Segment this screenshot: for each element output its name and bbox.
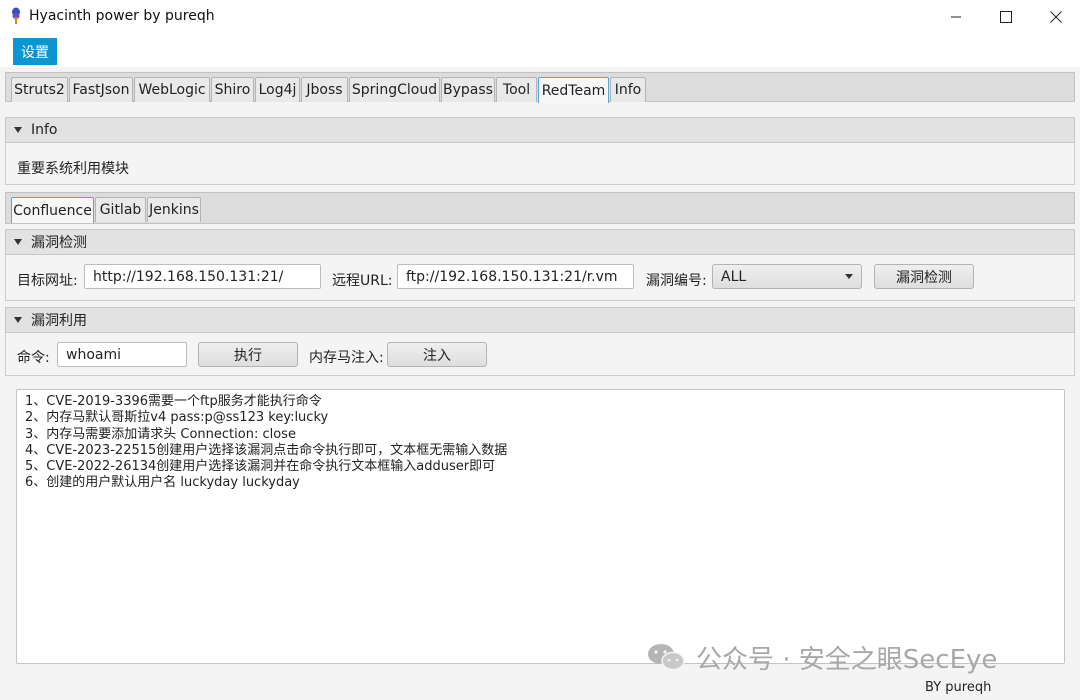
tab-shiro[interactable]: Shiro <box>211 77 254 102</box>
main-tab-bar: Struts2 FastJson WebLogic Shiro Log4j Jb… <box>5 72 1075 103</box>
exploit-section-body: 命令: whoami 执行 内存马注入: 注入 <box>5 333 1075 376</box>
sub-tab-bar: Confluence Gitlab Jenkins <box>5 192 1075 224</box>
output-line: 2、内存马默认哥斯拉v4 pass:p@ss123 key:lucky <box>25 410 329 426</box>
info-section-header[interactable]: Info <box>5 117 1075 143</box>
title-bar: Hyacinth power by pureqh <box>0 0 1080 33</box>
inject-button[interactable]: 注入 <box>387 342 487 367</box>
output-line: 1、CVE-2019-3396需要一个ftp服务才能执行命令 <box>25 394 322 409</box>
execute-button[interactable]: 执行 <box>198 342 298 367</box>
exploit-section-title: 漏洞利用 <box>31 313 87 329</box>
target-url-label: 目标网址: <box>17 273 78 289</box>
tab-redteam[interactable]: RedTeam <box>538 77 609 103</box>
info-section-title: Info <box>31 122 58 138</box>
exploit-section-header[interactable]: 漏洞利用 <box>5 307 1075 333</box>
minimize-icon <box>951 16 961 17</box>
menu-settings[interactable]: 设置 <box>13 38 57 65</box>
footer-credit: BY pureqh <box>925 680 992 695</box>
output-line: 3、内存马需要添加请求头 Connection: close <box>25 426 296 442</box>
output-line: 6、创建的用户默认用户名 luckyday luckyday <box>25 475 300 491</box>
detect-section-title: 漏洞检测 <box>31 235 87 251</box>
tab-info[interactable]: Info <box>610 77 646 102</box>
command-input[interactable]: whoami <box>57 342 187 367</box>
app-icon <box>12 7 20 24</box>
tab-bypass[interactable]: Bypass <box>441 77 495 102</box>
command-label: 命令: <box>17 350 50 366</box>
info-text: 重要系统利用模块 <box>17 161 129 177</box>
detect-section-header[interactable]: 漏洞检测 <box>5 229 1075 255</box>
watermark: 公众号 · 安全之眼SecEye <box>646 642 997 675</box>
target-url-input[interactable]: http://192.168.150.131:21/ <box>84 264 321 289</box>
detect-button[interactable]: 漏洞检测 <box>874 264 974 289</box>
vuln-id-select[interactable]: ALL <box>712 264 862 289</box>
vuln-id-value: ALL <box>721 268 747 285</box>
tab-confluence[interactable]: Confluence <box>11 197 94 223</box>
close-icon <box>1050 10 1062 23</box>
tab-jboss[interactable]: Jboss <box>301 77 348 102</box>
close-button[interactable] <box>1032 0 1080 33</box>
tab-weblogic[interactable]: WebLogic <box>134 77 210 102</box>
remote-url-input[interactable]: ftp://192.168.150.131:21/r.vm <box>397 264 634 289</box>
detect-section-body: 目标网址: http://192.168.150.131:21/ 远程URL: … <box>5 255 1075 301</box>
collapse-triangle-icon <box>14 317 22 323</box>
info-section-body: 重要系统利用模块 <box>5 143 1075 185</box>
memshell-label: 内存马注入: <box>309 350 384 366</box>
tab-springcloud[interactable]: SpringCloud <box>349 77 440 102</box>
menu-bar: 设置 <box>0 33 1080 67</box>
tab-tool[interactable]: Tool <box>496 77 537 102</box>
remote-url-label: 远程URL: <box>332 273 393 289</box>
output-textarea[interactable]: 1、CVE-2019-3396需要一个ftp服务才能执行命令 2、内存马默认哥斯… <box>16 389 1065 664</box>
tab-gitlab[interactable]: Gitlab <box>95 197 146 222</box>
minimize-button[interactable] <box>932 0 980 33</box>
window-title: Hyacinth power by pureqh <box>29 8 215 24</box>
wechat-icon <box>648 644 685 671</box>
tab-log4j[interactable]: Log4j <box>255 77 300 102</box>
output-line: 4、CVE-2023-22515创建用户选择该漏洞点击命令执行即可，文本框无需输… <box>25 442 508 458</box>
maximize-icon <box>1000 10 1012 23</box>
output-line: 5、CVE-2022-26134创建用户选择该漏洞并在命令执行文本框输入addu… <box>25 459 496 475</box>
vuln-id-label: 漏洞编号: <box>646 273 707 289</box>
collapse-triangle-icon <box>14 239 22 245</box>
maximize-button[interactable] <box>982 0 1030 33</box>
tab-jenkins[interactable]: Jenkins <box>147 197 201 222</box>
chevron-down-icon <box>845 274 853 279</box>
watermark-text: 公众号 · 安全之眼SecEye <box>696 644 998 675</box>
tab-struts2[interactable]: Struts2 <box>11 77 68 102</box>
tab-fastjson[interactable]: FastJson <box>69 77 133 102</box>
collapse-triangle-icon <box>14 127 22 133</box>
